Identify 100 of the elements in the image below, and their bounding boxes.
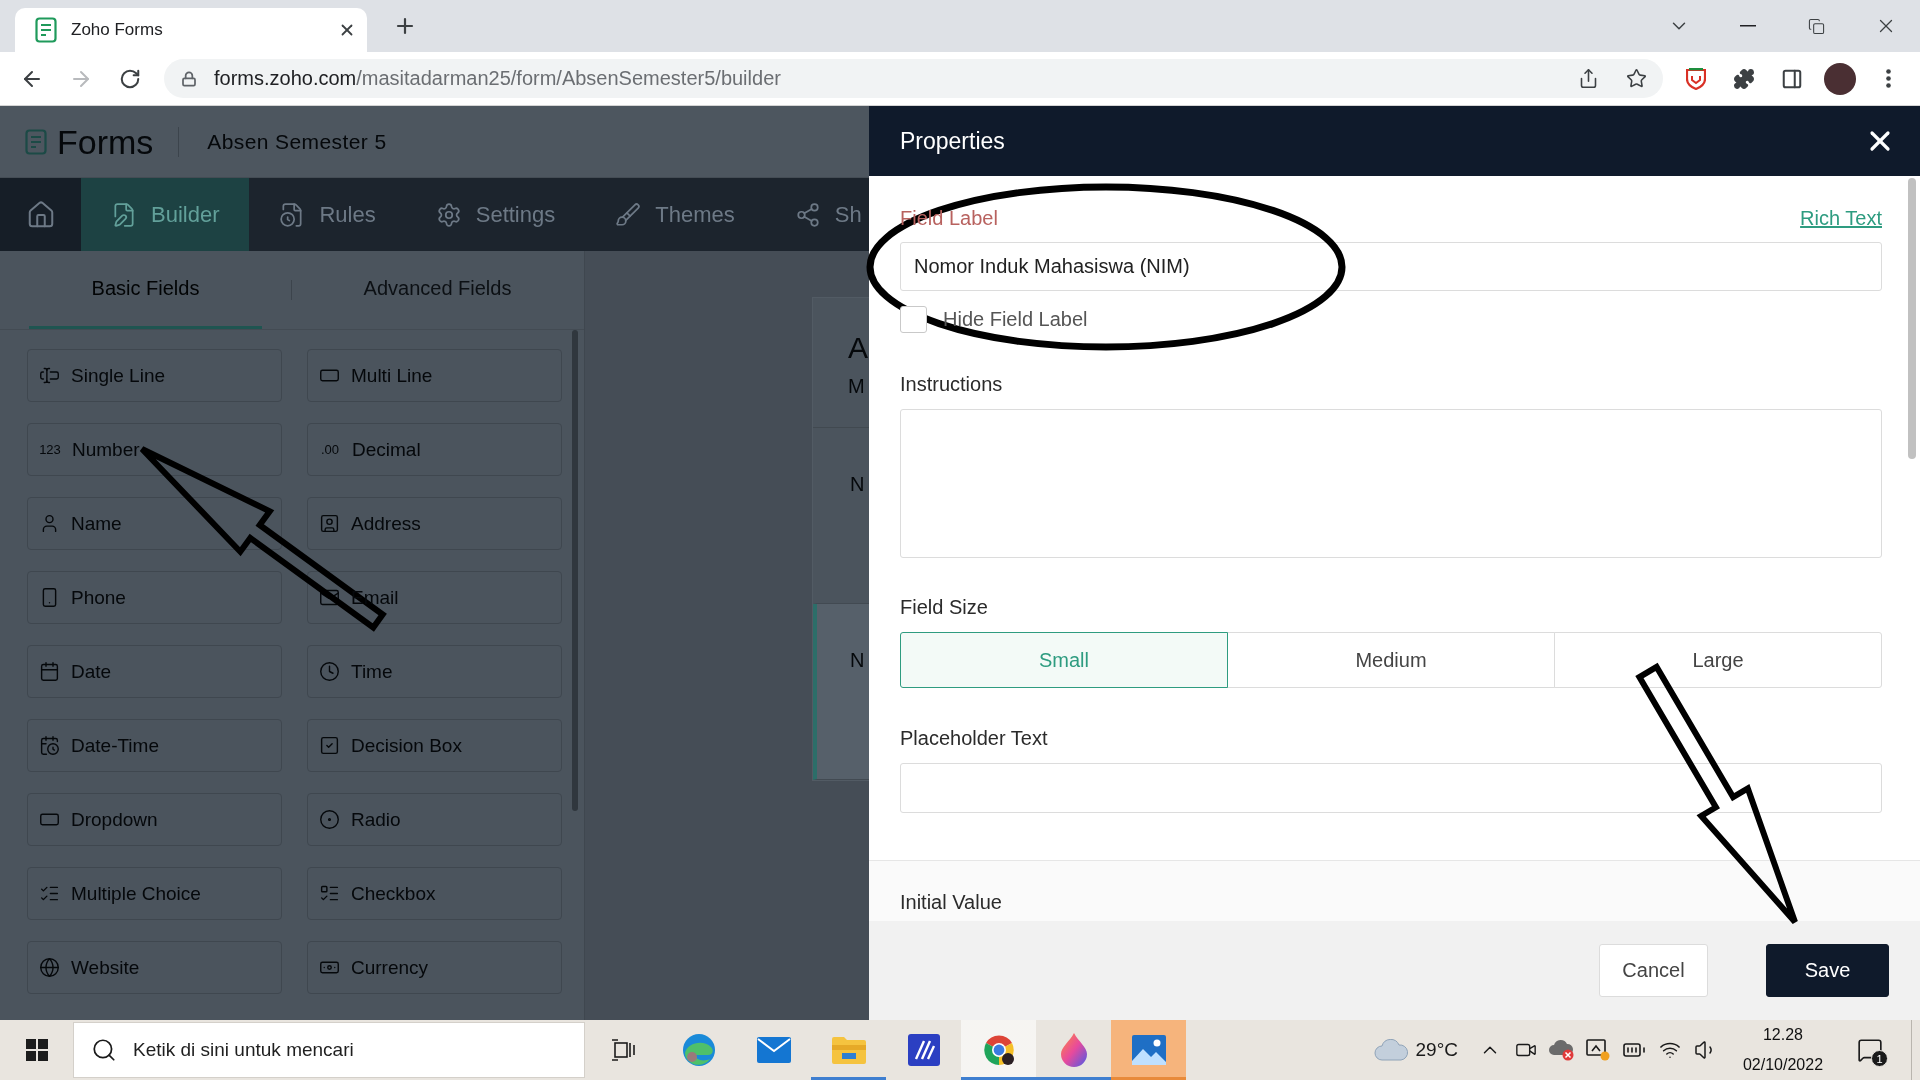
drop-icon bbox=[1059, 1033, 1088, 1067]
field-type-button[interactable]: Time bbox=[307, 645, 562, 698]
type-glyph: 123 bbox=[39, 442, 61, 457]
search-icon bbox=[91, 1037, 117, 1063]
field-type-button[interactable]: Currency bbox=[307, 941, 562, 994]
field-type-button[interactable]: Address bbox=[307, 497, 562, 550]
notification-button[interactable]: 1 bbox=[1850, 1028, 1890, 1072]
swirl-icon bbox=[681, 1033, 716, 1067]
field-type-button[interactable]: Website bbox=[27, 941, 282, 994]
field-type-button[interactable]: Radio bbox=[307, 793, 562, 846]
form-title: A bbox=[848, 330, 869, 366]
minimize-icon bbox=[1739, 25, 1756, 27]
field-type-button[interactable]: Phone bbox=[27, 571, 282, 624]
contact-card-icon bbox=[319, 513, 340, 534]
reload-icon bbox=[119, 67, 141, 90]
cloud-error-icon bbox=[1549, 1039, 1575, 1061]
text-cursor-icon bbox=[39, 365, 60, 386]
size-option[interactable]: Large bbox=[1554, 632, 1882, 688]
document-pen-icon bbox=[111, 201, 137, 228]
nav-tab[interactable]: Themes bbox=[585, 178, 765, 251]
settings-icon bbox=[435, 201, 462, 228]
field-label: N bbox=[849, 648, 866, 672]
nav-tab[interactable]: Rules bbox=[249, 178, 406, 251]
monitor-badge-icon bbox=[1586, 1039, 1610, 1061]
browser-tab[interactable]: Zoho Forms bbox=[15, 8, 367, 52]
checkbox-icon bbox=[319, 735, 340, 756]
field-caption: Initial Value bbox=[900, 891, 1002, 913]
form-name: Absen Semester 5 bbox=[207, 129, 387, 154]
placeholder-text-field[interactable] bbox=[900, 763, 1882, 813]
field-label: N bbox=[849, 472, 866, 496]
field-category-tab[interactable]: Basic Fields bbox=[29, 251, 262, 329]
size-option[interactable]: Small bbox=[900, 632, 1228, 688]
avatar-circle[interactable] bbox=[1824, 62, 1856, 95]
field-type-button[interactable]: Single Line bbox=[27, 349, 282, 402]
field-caption: Instructions bbox=[900, 372, 1004, 396]
field-label-input[interactable]: Nomor Induk Mahasiswa (NIM) bbox=[900, 242, 1882, 291]
instructions-field[interactable] bbox=[900, 409, 1882, 558]
field-type-button[interactable]: Date-Time bbox=[27, 719, 282, 772]
field-type-button[interactable]: Multi Line bbox=[307, 349, 562, 402]
home-button[interactable] bbox=[0, 178, 81, 251]
task-view-icon bbox=[611, 1039, 635, 1061]
brush-icon bbox=[615, 201, 642, 228]
field-type-button[interactable]: Date bbox=[27, 645, 282, 698]
more-icon bbox=[1885, 69, 1891, 88]
save-button[interactable]: Save bbox=[1766, 944, 1889, 997]
field-caption: Field Size bbox=[900, 595, 989, 619]
field-type-button[interactable]: Checkbox bbox=[307, 867, 562, 920]
form-document-icon bbox=[35, 17, 57, 43]
form-description: M bbox=[848, 374, 866, 398]
share-icon bbox=[794, 201, 821, 228]
nav-tab[interactable]: Settings bbox=[405, 178, 586, 251]
radio-icon bbox=[319, 809, 340, 830]
field-caption: Placeholder Text bbox=[900, 726, 1049, 750]
clock-icon bbox=[319, 661, 340, 682]
field-type-button[interactable]: 123 Number bbox=[27, 423, 282, 476]
type-glyph: .00 bbox=[319, 442, 341, 457]
address-bar[interactable]: forms.zoho.com/masitadarman25/form/AbsenSemester5/builder bbox=[164, 59, 1663, 98]
form-document-icon bbox=[25, 128, 47, 155]
calendar-icon bbox=[39, 661, 60, 682]
url-text: forms.zoho.com/masitadarman25/form/AbsenSemester5/builder bbox=[214, 67, 782, 90]
tricolor-circle-icon bbox=[981, 1033, 1016, 1067]
rich-text-link[interactable]: Rich Text bbox=[1800, 206, 1882, 230]
globe-icon bbox=[39, 957, 60, 978]
form-field-block[interactable]: N bbox=[813, 604, 869, 780]
star-icon bbox=[1625, 68, 1647, 89]
field-type-button[interactable]: Name bbox=[27, 497, 282, 550]
field-category-tab[interactable]: Advanced Fields bbox=[321, 251, 554, 329]
panel-title: Properties bbox=[900, 127, 1005, 155]
cancel-button[interactable]: Cancel bbox=[1599, 944, 1708, 997]
nav-tab[interactable]: Sh bbox=[764, 178, 869, 251]
field-type-button[interactable]: Dropdown bbox=[27, 793, 282, 846]
calendar-clock-icon bbox=[39, 735, 60, 756]
field-type-button[interactable]: Multiple Choice bbox=[27, 867, 282, 920]
striped-tile-icon bbox=[907, 1034, 940, 1066]
taskbar-app-button[interactable] bbox=[961, 1020, 1036, 1080]
shield-icon bbox=[1686, 67, 1706, 90]
field-type-button[interactable]: Decision Box bbox=[307, 719, 562, 772]
search-input[interactable]: Ketik di sini untuk mencari bbox=[133, 1035, 433, 1065]
folder-icon bbox=[831, 1036, 866, 1064]
envelope-icon bbox=[756, 1037, 791, 1063]
hide-label-checkbox[interactable] bbox=[900, 306, 927, 333]
landscape-picture-icon bbox=[1131, 1035, 1166, 1065]
app-logo-text: Forms bbox=[57, 124, 154, 159]
size-option[interactable]: Medium bbox=[1227, 632, 1555, 688]
scrollbar-thumb[interactable] bbox=[572, 330, 578, 811]
four-panes-icon bbox=[25, 1039, 48, 1061]
clock-time: 12.28 bbox=[1762, 1025, 1803, 1045]
lock-icon bbox=[181, 70, 197, 87]
notification-badge: 1 bbox=[1871, 1050, 1888, 1067]
nav-tab[interactable]: Builder bbox=[81, 178, 250, 251]
weather-button[interactable]: 29°C bbox=[1369, 1028, 1462, 1072]
clock-date: 02/10/2022 bbox=[1742, 1055, 1824, 1075]
search-box[interactable]: Ketik di sini untuk mencari bbox=[73, 1022, 585, 1078]
checkbox-label: Hide Field Label bbox=[943, 308, 1088, 331]
scrollbar-thumb[interactable] bbox=[1908, 178, 1916, 459]
field-type-button[interactable]: .00 Decimal bbox=[307, 423, 562, 476]
cloud-icon bbox=[1373, 1039, 1408, 1061]
side-panel-icon bbox=[1781, 67, 1803, 90]
puzzle-icon bbox=[1733, 67, 1755, 90]
restore-icon bbox=[1808, 17, 1825, 35]
